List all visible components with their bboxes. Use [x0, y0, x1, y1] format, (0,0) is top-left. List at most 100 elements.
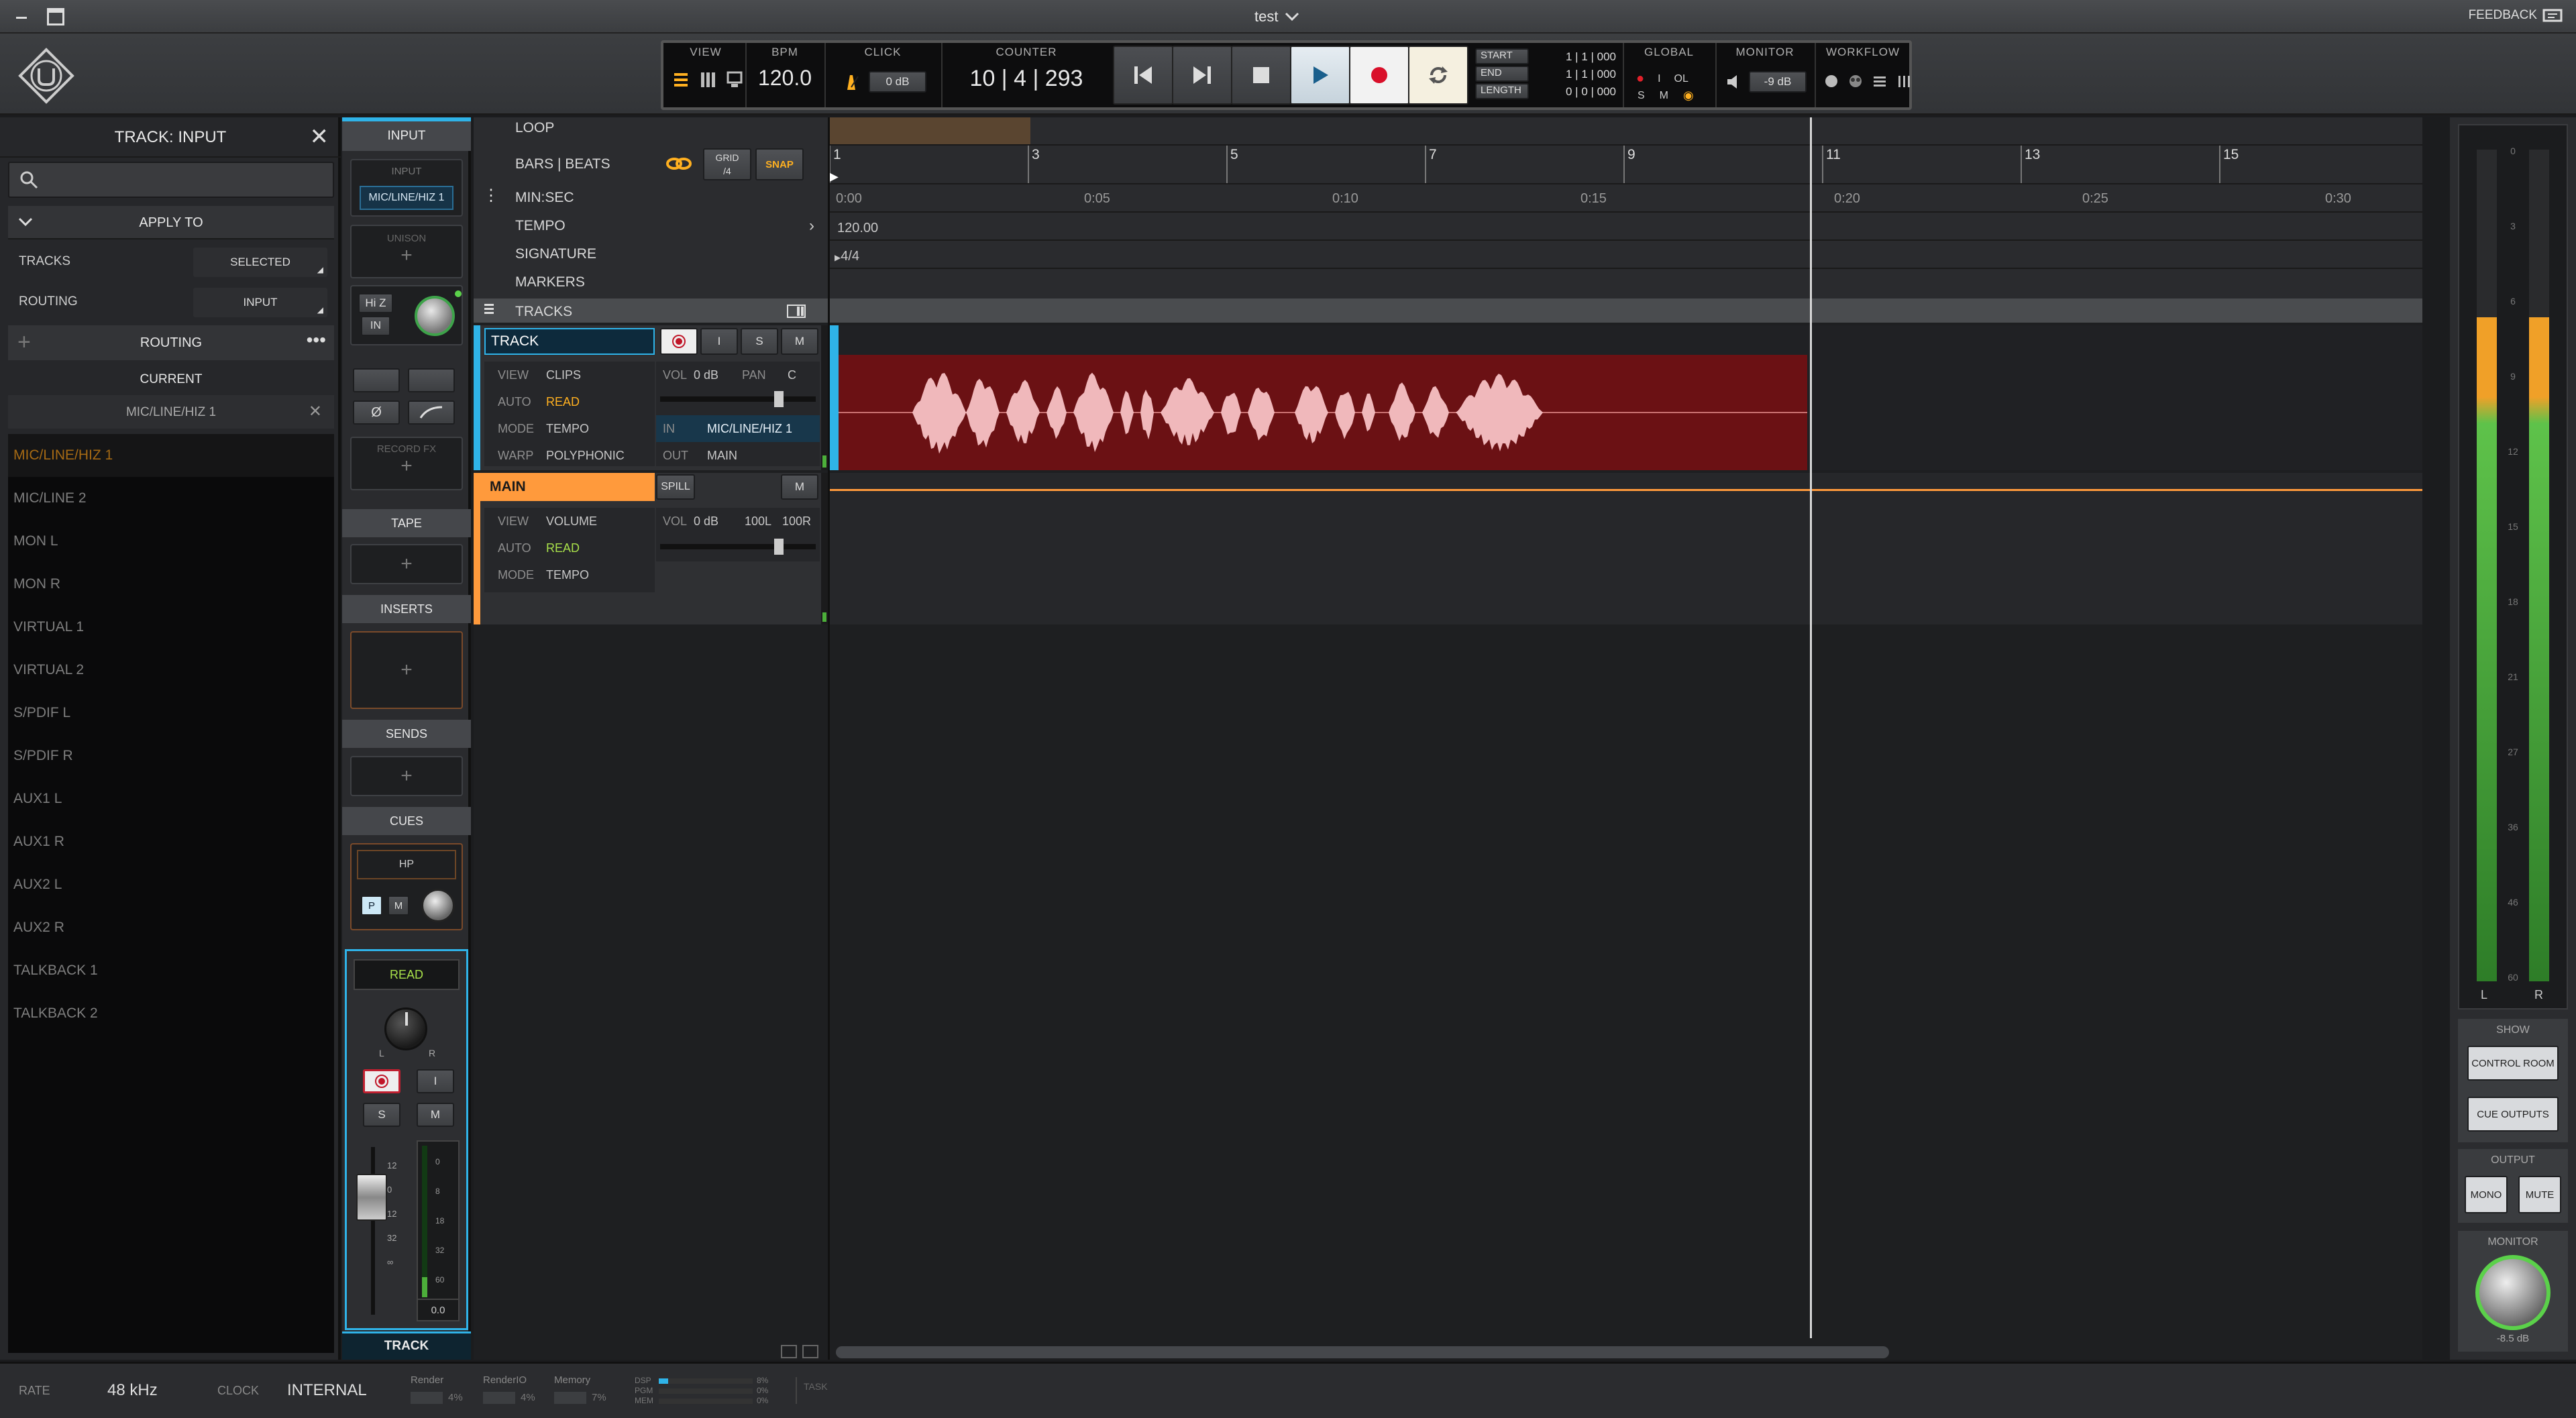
track-solo-button[interactable]: S [741, 328, 778, 355]
input-list-item[interactable]: VIRTUAL 2 [8, 649, 334, 692]
channel-record-button[interactable] [363, 1069, 400, 1093]
list-view-icon[interactable] [673, 71, 689, 89]
tracks-menu-icon[interactable] [483, 303, 496, 320]
track-height-icon[interactable] [786, 304, 806, 319]
snap-button[interactable]: SNAP [755, 148, 804, 180]
add-unison-icon[interactable]: + [352, 244, 462, 267]
input-list-item[interactable]: MIC/LINE/HIZ 1 [8, 434, 334, 477]
main-pan-left[interactable]: 100L [745, 508, 771, 535]
volume-fader-handle[interactable] [356, 1174, 387, 1221]
track-auto-select[interactable]: READ [546, 388, 580, 415]
mixer-view-icon[interactable] [700, 71, 716, 89]
global-ol-button[interactable]: OL [1674, 73, 1688, 85]
track-pan-value[interactable]: C [788, 362, 796, 388]
track-header-track[interactable]: TRACK I S M VIEW CLIPS AUTO READ MODE TE… [474, 325, 829, 470]
ua-logo[interactable] [17, 47, 75, 105]
automation-mode-select[interactable]: READ [354, 959, 460, 990]
main-mode-select[interactable]: TEMPO [546, 561, 589, 588]
cue-outputs-button[interactable]: CUE OUTPUTS [2467, 1097, 2559, 1132]
input-section-header[interactable]: INPUT [342, 121, 471, 151]
lowcut-toggle[interactable] [408, 368, 455, 392]
input-list-item[interactable]: TALKBACK 2 [8, 992, 334, 1035]
record-button[interactable] [1349, 46, 1409, 105]
zoom-in-icon[interactable] [781, 1345, 797, 1358]
tempo-expand-icon[interactable]: › [809, 217, 814, 235]
speaker-icon[interactable] [1726, 74, 1741, 90]
more-options-icon[interactable]: ••• [307, 329, 326, 351]
end-value[interactable]: 1 | 1 | 000 [1533, 66, 1616, 83]
main-view-select[interactable]: VOLUME [546, 508, 597, 535]
tempo-value[interactable]: 120.00 [837, 221, 878, 236]
link-icon[interactable] [665, 152, 692, 175]
forward-button[interactable] [1172, 46, 1232, 105]
playhead-start-marker[interactable]: ▶ [829, 170, 839, 184]
global-solo-button[interactable]: S [1638, 90, 1645, 102]
loop-button[interactable] [1408, 46, 1468, 105]
input-list-item[interactable]: S/PDIF R [8, 734, 334, 777]
play-button[interactable] [1290, 46, 1350, 105]
track-mute-button[interactable]: M [781, 328, 818, 355]
track-out-select[interactable]: MAIN [707, 442, 737, 469]
mono-button[interactable]: MONO [2465, 1176, 2508, 1213]
highpass-button[interactable] [408, 400, 455, 425]
add-send-icon[interactable]: + [400, 765, 413, 787]
hiz-button[interactable]: Hi Z [358, 293, 393, 313]
global-clear-icon[interactable]: ◉ [1683, 89, 1694, 103]
cue-level-knob[interactable] [421, 889, 455, 922]
search-input[interactable] [8, 162, 334, 198]
track-record-button[interactable] [660, 328, 698, 355]
input-list-item[interactable]: MON R [8, 563, 334, 606]
input-list-item[interactable]: MIC/LINE 2 [8, 477, 334, 520]
signature-marker[interactable]: ▶4/4 [835, 249, 859, 264]
ruler-options-icon[interactable]: ⋮ [483, 188, 499, 217]
monitor-level[interactable]: -9 dB [1749, 71, 1807, 93]
input-list-item[interactable]: AUX2 L [8, 863, 334, 906]
gain-knob[interactable] [415, 296, 455, 336]
input-list-item[interactable]: TALKBACK 1 [8, 949, 334, 992]
control-room-button[interactable]: CONTROL ROOM [2467, 1046, 2559, 1081]
channel-input-button[interactable]: I [417, 1069, 454, 1093]
record-workflow-icon[interactable] [1824, 74, 1839, 89]
track-input-select[interactable]: IN MIC/LINE/HIZ 1 [656, 415, 820, 442]
session-title[interactable]: test [1254, 7, 1299, 27]
track-vol-value[interactable]: 0 dB [694, 362, 718, 388]
track-warp-select[interactable]: POLYPHONIC [546, 442, 625, 469]
main-lane[interactable] [829, 473, 2422, 624]
main-volume-line[interactable] [829, 489, 2422, 491]
remove-current-icon[interactable]: ✕ [309, 402, 322, 421]
hp-cue-button[interactable]: HP [357, 850, 456, 879]
click-volume[interactable]: 0 dB [869, 71, 926, 93]
main-auto-select[interactable]: READ [546, 535, 580, 561]
track-lane[interactable] [829, 325, 2422, 470]
rate-select[interactable]: 48 kHz [107, 1381, 158, 1400]
stop-button[interactable] [1231, 46, 1291, 105]
loop-range-section[interactable]: START END LENGTH 1 | 1 | 000 1 | 1 | 000… [1472, 44, 1620, 109]
track-name-field[interactable]: TRACK [484, 328, 655, 355]
rewind-button[interactable] [1113, 46, 1173, 105]
audio-clip[interactable] [839, 355, 1807, 470]
editor-view-icon[interactable] [727, 71, 743, 89]
main-mute-button[interactable]: M [781, 474, 818, 500]
phase-button[interactable]: Ø [353, 400, 400, 425]
main-pan-right[interactable]: 100R [782, 508, 811, 535]
list-icon[interactable] [1872, 74, 1887, 89]
clock-select[interactable]: INTERNAL [287, 1381, 367, 1400]
global-record-icon[interactable]: ● [1636, 71, 1644, 87]
main-spill-button[interactable]: SPILL [656, 474, 695, 500]
bpm-section[interactable]: BPM 120.0 [748, 44, 822, 109]
track-header-main[interactable]: MAIN SPILL M VIEW VOLUME AUTO READ MODE … [474, 473, 829, 624]
add-record-fx-icon[interactable]: + [352, 455, 462, 478]
mute-button[interactable]: MUTE [2518, 1176, 2561, 1213]
zoom-out-icon[interactable] [802, 1345, 818, 1358]
input-list-item[interactable]: VIRTUAL 1 [8, 606, 334, 649]
track-input-button[interactable]: I [700, 328, 738, 355]
track-mode-select[interactable]: TEMPO [546, 415, 589, 442]
input-list-item[interactable]: AUX1 L [8, 777, 334, 820]
grid-select[interactable]: GRID /4 [703, 148, 751, 180]
channel-solo-button[interactable]: S [363, 1103, 400, 1127]
fader-value-readout[interactable]: 0.0 [418, 1299, 458, 1320]
channel-mute-button[interactable]: M [417, 1103, 454, 1127]
add-insert-icon[interactable]: + [400, 659, 413, 681]
clip-start-handle[interactable] [829, 325, 839, 470]
bpm-value[interactable]: 120.0 [748, 66, 822, 91]
